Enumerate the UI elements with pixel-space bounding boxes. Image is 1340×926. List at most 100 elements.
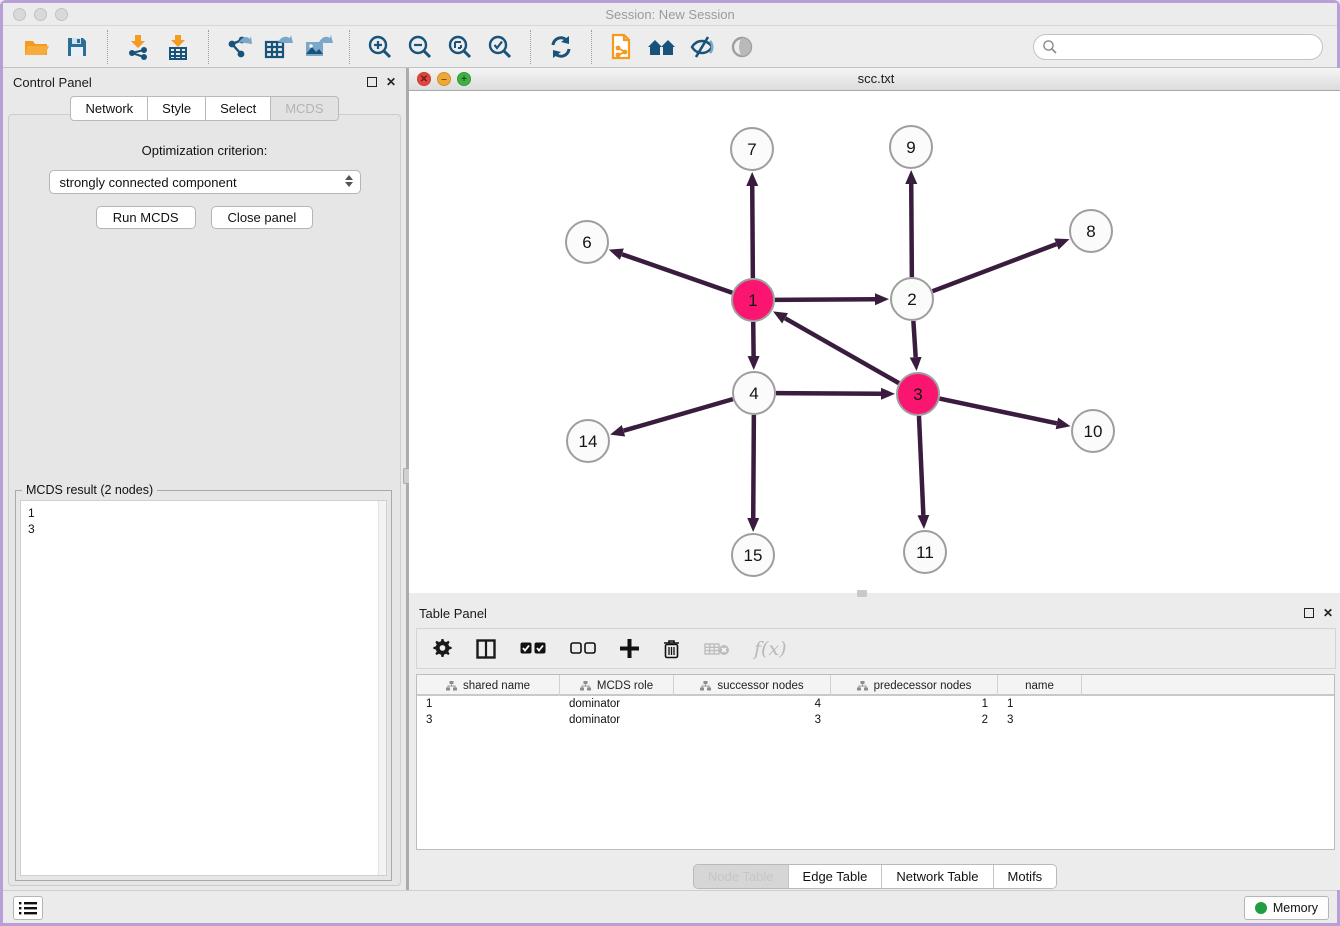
open-session-button[interactable] [17, 30, 57, 64]
zoom-selected-button[interactable] [480, 30, 520, 64]
tab-network[interactable]: Network [70, 96, 148, 121]
edge-2-3[interactable] [913, 321, 915, 357]
edge-4-14[interactable] [624, 399, 733, 431]
table-header-row: shared nameMCDS rolesuccessor nodesprede… [417, 675, 1334, 696]
edge-3-11[interactable] [919, 416, 923, 515]
unselect-all-rows-button[interactable] [570, 642, 596, 655]
criterion-select[interactable]: strongly connected component [49, 170, 361, 194]
tab-style[interactable]: Style [148, 96, 206, 121]
cell-name[interactable]: 3 [998, 712, 1082, 728]
function-builder-button[interactable]: f(x) [754, 638, 787, 660]
task-history-button[interactable] [13, 896, 43, 920]
plus-icon [620, 639, 639, 658]
float-panel-icon[interactable] [367, 77, 377, 87]
edge-4-15[interactable] [753, 415, 754, 518]
table-float-icon[interactable] [1304, 608, 1314, 618]
close-panel-icon[interactable]: ✕ [386, 76, 396, 88]
add-row-button[interactable] [620, 639, 639, 658]
edge-1-6[interactable] [622, 254, 732, 293]
control-panel-tabs: NetworkStyleSelectMCDS [3, 96, 406, 121]
refresh-layout-button[interactable] [541, 30, 581, 64]
apply-style-button[interactable] [682, 30, 722, 64]
main-area: Control Panel ✕ NetworkStyleSelectMCDS O… [3, 68, 1337, 890]
column-header-name[interactable]: name [998, 675, 1082, 696]
show-hide-graphics-button[interactable] [722, 30, 762, 64]
tab-edge-table[interactable]: Edge Table [788, 865, 882, 888]
cell-name[interactable]: 1 [998, 696, 1082, 712]
export-table-button[interactable] [259, 30, 299, 64]
cell-successor-nodes[interactable]: 3 [674, 712, 831, 728]
toolbar-separator [349, 30, 350, 64]
search-icon [1042, 39, 1058, 55]
duplicate-network-button[interactable] [602, 30, 642, 64]
node-label-9: 9 [906, 138, 915, 157]
save-session-button[interactable] [57, 30, 97, 64]
node-label-15: 15 [744, 546, 763, 565]
close-panel-button[interactable]: Close panel [211, 206, 314, 229]
sort-hierarchy-icon [700, 681, 711, 691]
memory-button[interactable]: Memory [1244, 896, 1329, 920]
horizontal-splitter-grip[interactable] [857, 590, 867, 597]
mcds-result-title: MCDS result (2 nodes) [22, 483, 157, 497]
delete-column-button[interactable] [704, 641, 730, 657]
cell-shared-name[interactable]: 3 [417, 712, 560, 728]
result-line: 1 [28, 505, 386, 521]
network-canvas[interactable]: 1234678910111415 [409, 91, 1340, 593]
cell-MCDS-role[interactable]: dominator [560, 712, 674, 728]
show-columns-button[interactable] [476, 639, 496, 659]
edge-4-3[interactable] [776, 393, 881, 394]
cell-shared-name[interactable]: 1 [417, 696, 560, 712]
cell-MCDS-role[interactable]: dominator [560, 696, 674, 712]
import-network-button[interactable] [118, 30, 158, 64]
edge-3-10[interactable] [940, 399, 1057, 424]
edge-1-7[interactable] [752, 186, 753, 278]
cell-predecessor-nodes[interactable]: 2 [831, 712, 998, 728]
export-network-button[interactable] [219, 30, 259, 64]
column-header-predecessor-nodes[interactable]: predecessor nodes [831, 675, 998, 696]
home-view-button[interactable] [642, 30, 682, 64]
edge-2-9[interactable] [911, 184, 912, 277]
zoom-out-button[interactable] [400, 30, 440, 64]
sort-hierarchy-icon [857, 681, 868, 691]
result-scrollbar[interactable] [378, 501, 386, 875]
tab-select[interactable]: Select [206, 96, 271, 121]
cell-predecessor-nodes[interactable]: 1 [831, 696, 998, 712]
edge-3-1[interactable] [785, 318, 899, 383]
table-close-icon[interactable]: ✕ [1323, 607, 1333, 619]
tab-mcds[interactable]: MCDS [271, 96, 338, 121]
tab-network-table[interactable]: Network Table [881, 865, 992, 888]
import-table-button[interactable] [158, 30, 198, 64]
mcds-result-list[interactable]: 13 [20, 500, 387, 876]
table-row[interactable]: 3dominator323 [417, 712, 1334, 728]
column-header-shared-name[interactable]: shared name [417, 675, 560, 696]
search-input[interactable] [1033, 34, 1323, 60]
mcds-panel: Optimization criterion: strongly connect… [8, 114, 401, 886]
control-panel-title: Control Panel [13, 75, 92, 90]
control-panel-header: Control Panel ✕ [3, 68, 406, 96]
style-brush-icon [688, 35, 716, 59]
table-row[interactable]: 1dominator411 [417, 696, 1334, 712]
zoom-fit-button[interactable] [440, 30, 480, 64]
delete-rows-button[interactable] [663, 639, 680, 659]
search-container [1033, 34, 1323, 60]
duplicate-network-icon [609, 33, 635, 61]
tab-node-table[interactable]: Node Table [694, 865, 788, 888]
eye-disabled-icon [729, 34, 755, 60]
memory-status-icon [1255, 902, 1267, 914]
cell-successor-nodes[interactable]: 4 [674, 696, 831, 712]
zoom-in-button[interactable] [360, 30, 400, 64]
app-titlebar: Session: New Session [3, 3, 1337, 26]
run-mcds-button[interactable]: Run MCDS [96, 206, 196, 229]
tab-motifs[interactable]: Motifs [993, 865, 1057, 888]
column-header-MCDS-role[interactable]: MCDS role [560, 675, 674, 696]
optimization-criterion-label: Optimization criterion: [9, 143, 400, 158]
import-network-icon [125, 34, 151, 60]
edge-1-2[interactable] [775, 299, 875, 300]
node-table[interactable]: shared nameMCDS rolesuccessor nodesprede… [416, 674, 1335, 850]
column-header-successor-nodes[interactable]: successor nodes [674, 675, 831, 696]
node-label-1: 1 [748, 291, 757, 310]
select-all-rows-button[interactable] [520, 642, 546, 655]
export-image-button[interactable] [299, 30, 339, 64]
edge-2-8[interactable] [933, 244, 1057, 291]
table-settings-button[interactable] [433, 639, 452, 658]
